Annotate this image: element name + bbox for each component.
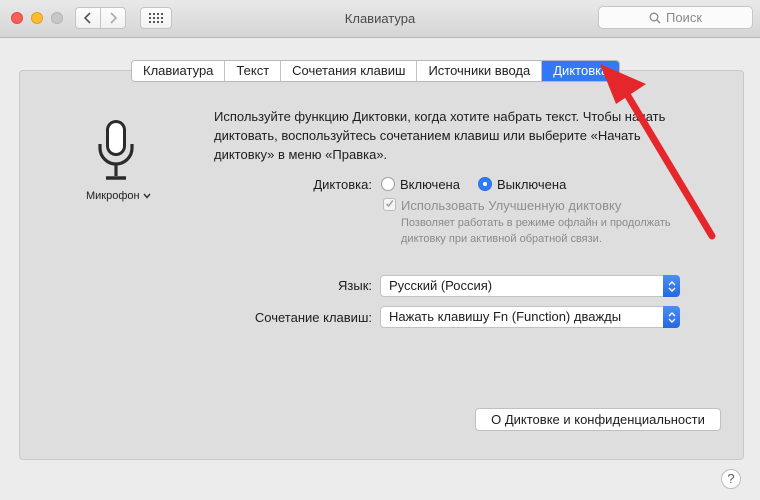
shortcut-select[interactable]: Нажать клавишу Fn (Function) дважды [380, 306, 680, 328]
intro-text: Используйте функцию Диктовки, когда хоти… [214, 109, 666, 162]
tab-text[interactable]: Текст [225, 61, 282, 81]
help-button[interactable]: ? [721, 469, 741, 489]
language-select[interactable]: Русский (Россия) [380, 275, 680, 297]
dictation-off-label[interactable]: Выключена [497, 177, 566, 192]
shortcut-value: Нажать клавишу Fn (Function) дважды [389, 309, 622, 324]
checkmark-icon [385, 200, 394, 208]
search-placeholder: Поиск [665, 10, 703, 25]
titlebar: Клавиатура Поиск [0, 0, 760, 38]
enhanced-dictation-label: Использовать Улучшенную диктовку [401, 198, 622, 213]
microphone-source-menu[interactable]: Микрофон [86, 190, 151, 202]
search-field[interactable]: Поиск [598, 6, 753, 29]
enhanced-dictation-desc-line2: диктовку при активной обратной связи. [401, 233, 602, 245]
tab-shortcuts[interactable]: Сочетания клавиш [281, 61, 418, 81]
enhanced-dictation-desc-line1: Позволяет работать в режиме офлайн и про… [401, 217, 671, 229]
about-dictation-privacy-button[interactable]: О Диктовке и конфиденциальности [475, 408, 721, 431]
dictation-off-radio[interactable] [478, 177, 492, 191]
tab-keyboard[interactable]: Клавиатура [132, 61, 226, 81]
tab-input-sources[interactable]: Источники ввода [417, 61, 543, 81]
microphone-icon [92, 118, 140, 185]
updown-arrows-icon [663, 306, 680, 328]
chevron-down-icon [143, 193, 151, 199]
language-label: Язык: [338, 278, 372, 293]
microphone-label: Микрофон [86, 190, 140, 202]
dictation-label: Диктовка: [313, 177, 372, 192]
tab-dictation[interactable]: Диктовка [542, 61, 620, 81]
dictation-on-radio[interactable] [381, 177, 395, 191]
enhanced-dictation-checkbox[interactable] [383, 198, 396, 211]
tab-bar: Клавиатура Текст Сочетания клавиш Источн… [131, 60, 621, 82]
updown-arrows-icon [663, 275, 680, 297]
shortcut-label: Сочетание клавиш: [254, 310, 372, 325]
dictation-on-label[interactable]: Включена [400, 177, 460, 192]
search-icon [649, 12, 661, 23]
language-value: Русский (Россия) [389, 278, 493, 293]
